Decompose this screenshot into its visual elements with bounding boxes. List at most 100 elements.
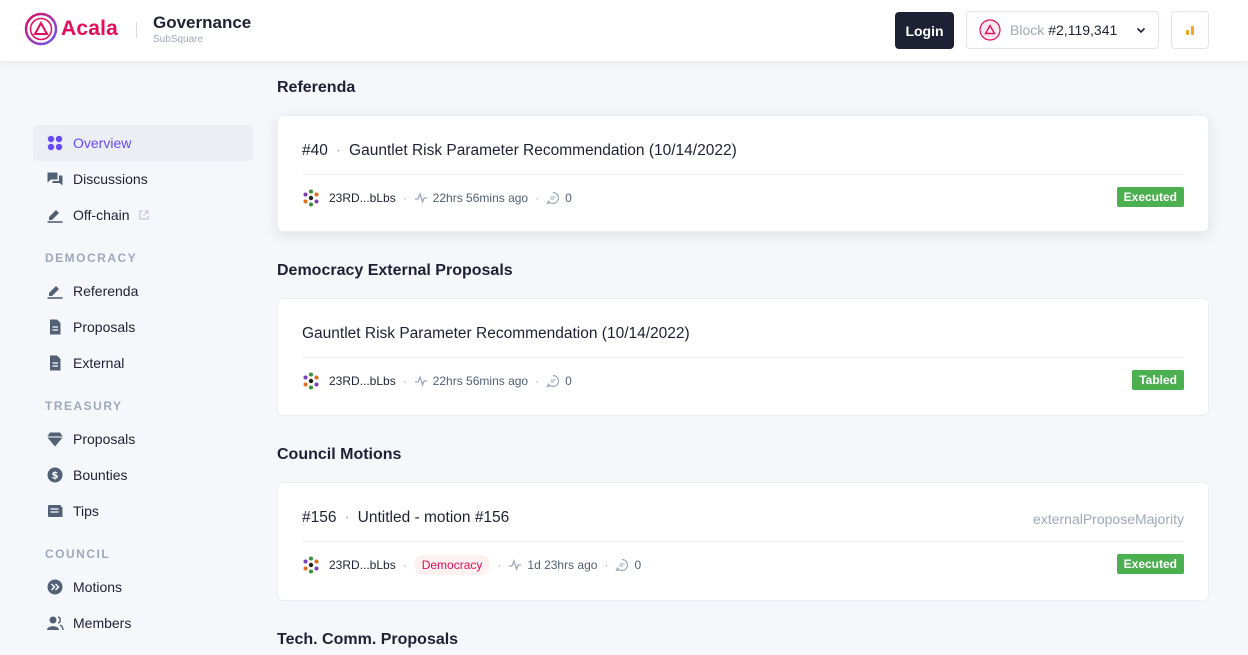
sidebar-section-treasury: TREASURY: [45, 399, 123, 413]
block-label: Block: [1010, 22, 1045, 38]
sidebar-item-off-chain[interactable]: Off-chain: [33, 197, 253, 233]
updated-time: 22hrs 56mins ago: [432, 374, 529, 388]
external-proposal-card[interactable]: Gauntlet Risk Parameter Recommendation (…: [277, 298, 1209, 416]
section-heading-tech-comm: Tech. Comm. Proposals: [277, 631, 459, 648]
sidebar-item-referenda[interactable]: Referenda: [33, 273, 253, 309]
card-meta: 23RD...bLbs · 22hrs 56mins ago · 0: [302, 188, 572, 208]
signal-bar-icon: [1186, 30, 1189, 35]
meta-separator: ·: [497, 558, 502, 572]
acala-chain-icon: [979, 19, 1001, 41]
status-badge: Executed: [1116, 187, 1184, 207]
brand-divider: [136, 22, 137, 38]
motions-icon: [47, 579, 63, 595]
sidebar-item-label: Referenda: [73, 283, 139, 299]
referendum-index: #40: [302, 142, 328, 159]
motion-card[interactable]: #156 · Untitled - motion #156 externalPr…: [277, 482, 1209, 601]
sidebar-item-overview[interactable]: Overview: [33, 125, 253, 161]
comment-count: 0: [634, 558, 642, 572]
sidebar-item-label: Motions: [73, 579, 123, 595]
sidebar-item-democracy-proposals[interactable]: Proposals: [33, 309, 253, 345]
title-separator: ·: [344, 509, 350, 526]
sidebar-section-council: COUNCIL: [45, 547, 111, 561]
sidebar-item-treasury-proposals[interactable]: Proposals: [33, 421, 253, 457]
card-divider: [302, 357, 1184, 358]
discussions-icon: [47, 172, 63, 186]
democracy-tag: Democracy: [413, 555, 491, 575]
login-button[interactable]: Login: [895, 12, 954, 49]
motion-title: Untitled - motion #156: [357, 509, 510, 526]
sidebar-item-label: Proposals: [73, 431, 136, 447]
comment-count: 0: [565, 374, 572, 388]
sidebar-item-discussions[interactable]: Discussions: [33, 161, 253, 197]
comment-count: 0: [565, 191, 572, 205]
card-title[interactable]: #156 · Untitled - motion #156: [302, 509, 509, 527]
updated-time: 1d 23hrs ago: [527, 558, 598, 572]
referendum-title: Gauntlet Risk Parameter Recommendation (…: [349, 142, 737, 159]
comment-icon: [546, 374, 560, 388]
acala-logo-icon: [24, 12, 58, 46]
meta-separator: ·: [535, 374, 540, 388]
title-separator: ·: [335, 142, 342, 159]
section-heading-external: Democracy External Proposals: [277, 262, 513, 279]
section-heading-motions: Council Motions: [277, 446, 402, 463]
card-title[interactable]: #40 · Gauntlet Risk Parameter Recommenda…: [302, 142, 737, 160]
sidebar-section-democracy: DEMOCRACY: [45, 251, 138, 265]
author-address[interactable]: 23RD...bLbs: [329, 374, 396, 388]
external-proposal-title: Gauntlet Risk Parameter Recommendation (…: [302, 325, 690, 342]
brand-name: Acala: [61, 17, 119, 40]
members-icon: [47, 616, 64, 631]
author-address[interactable]: 23RD...bLbs: [329, 191, 396, 205]
card-title[interactable]: Gauntlet Risk Parameter Recommendation (…: [302, 325, 690, 343]
external-link-icon: [138, 210, 149, 220]
external-icon: [50, 355, 61, 371]
coin-icon: $: [47, 467, 63, 483]
off-chain-icon: [47, 210, 63, 223]
app-title: Governance: [153, 13, 252, 32]
card-divider: [302, 541, 1184, 542]
motion-method: externalProposeMajority: [1033, 511, 1184, 527]
top-header: Acala Governance SubSquare Login Block #…: [0, 0, 1248, 62]
meta-separator: ·: [402, 374, 407, 388]
meta-separator: ·: [402, 558, 407, 572]
comment-icon: [615, 558, 629, 572]
activity-icon: [414, 375, 427, 388]
diamond-icon: [47, 432, 63, 447]
identicon-avatar[interactable]: [302, 189, 320, 207]
sidebar-item-motions[interactable]: Motions: [33, 569, 253, 605]
brand-logo-link[interactable]: Acala: [24, 12, 118, 46]
status-badge: Tabled: [1132, 370, 1184, 390]
sidebar-item-label: Off-chain: [73, 207, 130, 223]
app-subtitle: SubSquare: [153, 34, 204, 45]
proposals-icon: [50, 319, 61, 335]
referenda-icon: [47, 286, 63, 299]
section-heading-referenda: Referenda: [277, 79, 356, 96]
sidebar-item-label: Bounties: [73, 467, 128, 483]
sidebar-item-label: Overview: [73, 135, 132, 151]
updated-time: 22hrs 56mins ago: [432, 191, 529, 205]
sidebar-item-members[interactable]: Members: [33, 605, 253, 641]
overview-icon: [47, 135, 63, 151]
chevron-down-icon: [1136, 27, 1146, 34]
author-address[interactable]: 23RD...bLbs: [329, 558, 396, 572]
block-number: #2,119,341: [1048, 22, 1118, 38]
identicon-avatar[interactable]: [302, 372, 320, 390]
meta-separator: ·: [604, 558, 609, 572]
sidebar-item-label: Members: [73, 615, 132, 631]
card-meta: 23RD...bLbs · 22hrs 56mins ago · 0: [302, 371, 572, 391]
sidebar-item-external[interactable]: External: [33, 345, 253, 381]
identicon-avatar[interactable]: [302, 556, 320, 574]
sidebar-item-label: Tips: [73, 503, 99, 519]
referendum-card[interactable]: #40 · Gauntlet Risk Parameter Recommenda…: [277, 115, 1209, 232]
sidebar-item-tips[interactable]: Tips: [33, 493, 253, 529]
meta-separator: ·: [535, 191, 540, 205]
motion-index: #156: [302, 509, 337, 526]
sidebar-item-label: Discussions: [73, 171, 148, 187]
card-divider: [302, 174, 1184, 175]
block-selector[interactable]: Block #2,119,341: [966, 11, 1159, 49]
sidebar-item-bounties[interactable]: $ Bounties: [33, 457, 253, 493]
sidebar-item-label: External: [73, 355, 125, 371]
network-stats-button[interactable]: [1171, 11, 1209, 49]
signal-bar-icon: [1191, 26, 1194, 35]
sidebar-item-label: Proposals: [73, 319, 136, 335]
sidebar-nav: Overview Discussions Off-chain DEMOCRACY…: [33, 125, 253, 641]
